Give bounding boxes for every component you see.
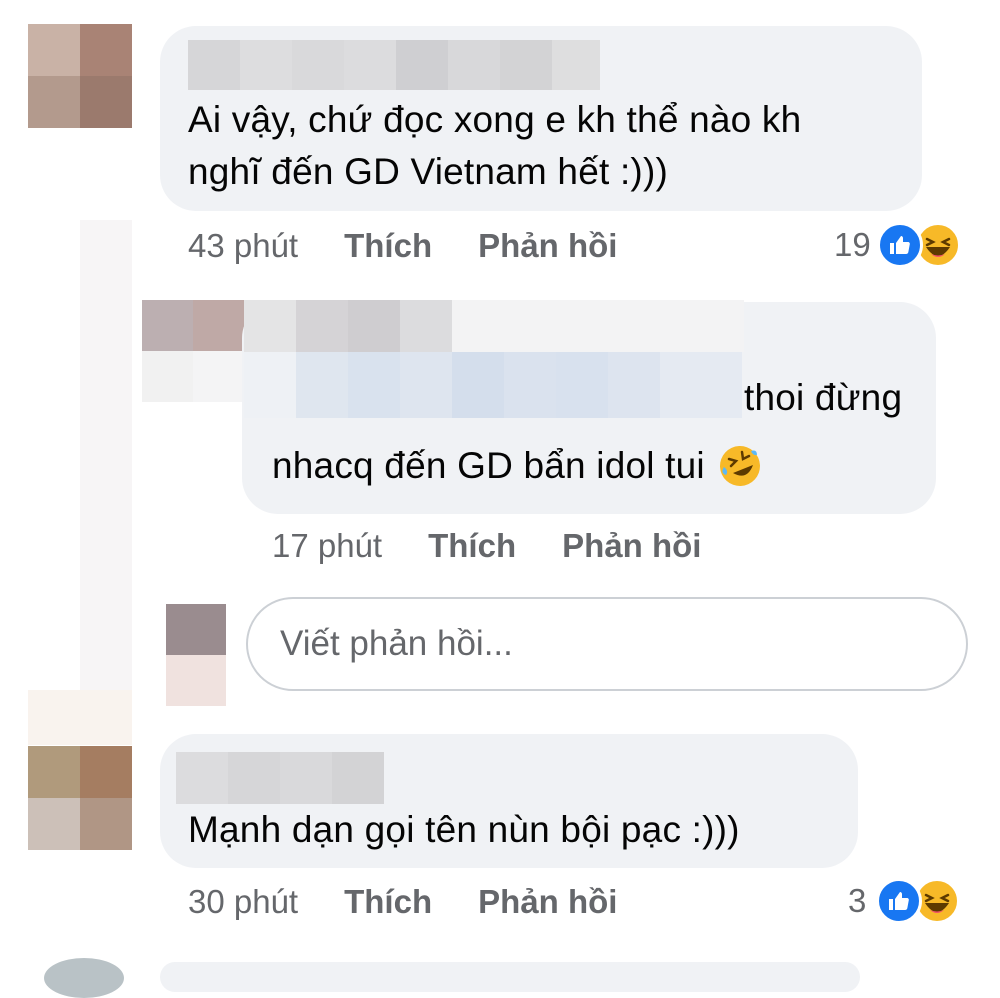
comment-text: nghĩ đến GD Vietnam hết :)))	[188, 151, 668, 192]
like-icon	[876, 878, 923, 924]
comment-timestamp[interactable]: 17 phút	[272, 527, 382, 565]
thread-line-blur	[28, 690, 132, 745]
reaction-count: 19	[834, 226, 871, 263]
comment-meta: 43 phút Thích Phản hồi	[188, 224, 617, 268]
comment-timestamp[interactable]: 30 phút	[188, 883, 298, 921]
avatar[interactable]	[142, 300, 244, 402]
comment-text-line: nhacq đến GD bẩn idol tui	[272, 440, 763, 492]
avatar[interactable]	[28, 24, 132, 128]
reply-input[interactable]: Viết phản hồi...	[246, 597, 968, 691]
comment-meta: 30 phút Thích Phản hồi	[188, 880, 617, 924]
comment-meta: 17 phút Thích Phản hồi	[272, 524, 701, 568]
author-name-blurred[interactable]	[176, 752, 384, 804]
comment-bubble	[160, 962, 860, 992]
reply-button[interactable]: Phản hồi	[478, 883, 617, 921]
comment-text: Ai vậy, chứ đọc xong e kh thể nào kh	[188, 99, 802, 140]
avatar[interactable]	[44, 958, 124, 998]
rolling-on-floor-laughing-emoji	[717, 443, 763, 489]
like-button[interactable]: Thích	[344, 227, 432, 265]
reply-button[interactable]: Phản hồi	[478, 227, 617, 265]
thread-line-blur	[80, 220, 132, 690]
comment-text: nhacq đến GD bẩn idol tui	[272, 445, 705, 486]
like-button[interactable]: Thích	[428, 527, 516, 565]
author-name-blurred[interactable]	[188, 40, 600, 90]
reaction-summary[interactable]: 19	[834, 222, 961, 268]
reaction-count: 3	[848, 882, 867, 919]
like-icon	[876, 222, 923, 268]
reply-button[interactable]: Phản hồi	[562, 527, 701, 565]
avatar[interactable]	[28, 746, 132, 850]
like-button[interactable]: Thích	[344, 883, 432, 921]
reaction-summary[interactable]: 3	[848, 878, 961, 924]
author-name-blurred[interactable]	[244, 300, 744, 352]
avatar	[166, 604, 226, 706]
comment-text: Mạnh dạn gọi tên nùn bội pạc :)))	[188, 809, 740, 850]
comment-timestamp[interactable]: 43 phút	[188, 227, 298, 265]
comment-text: thoi đừng	[744, 377, 903, 418]
reply-input-placeholder: Viết phản hồi...	[280, 624, 513, 663]
text-blurred	[244, 352, 742, 418]
